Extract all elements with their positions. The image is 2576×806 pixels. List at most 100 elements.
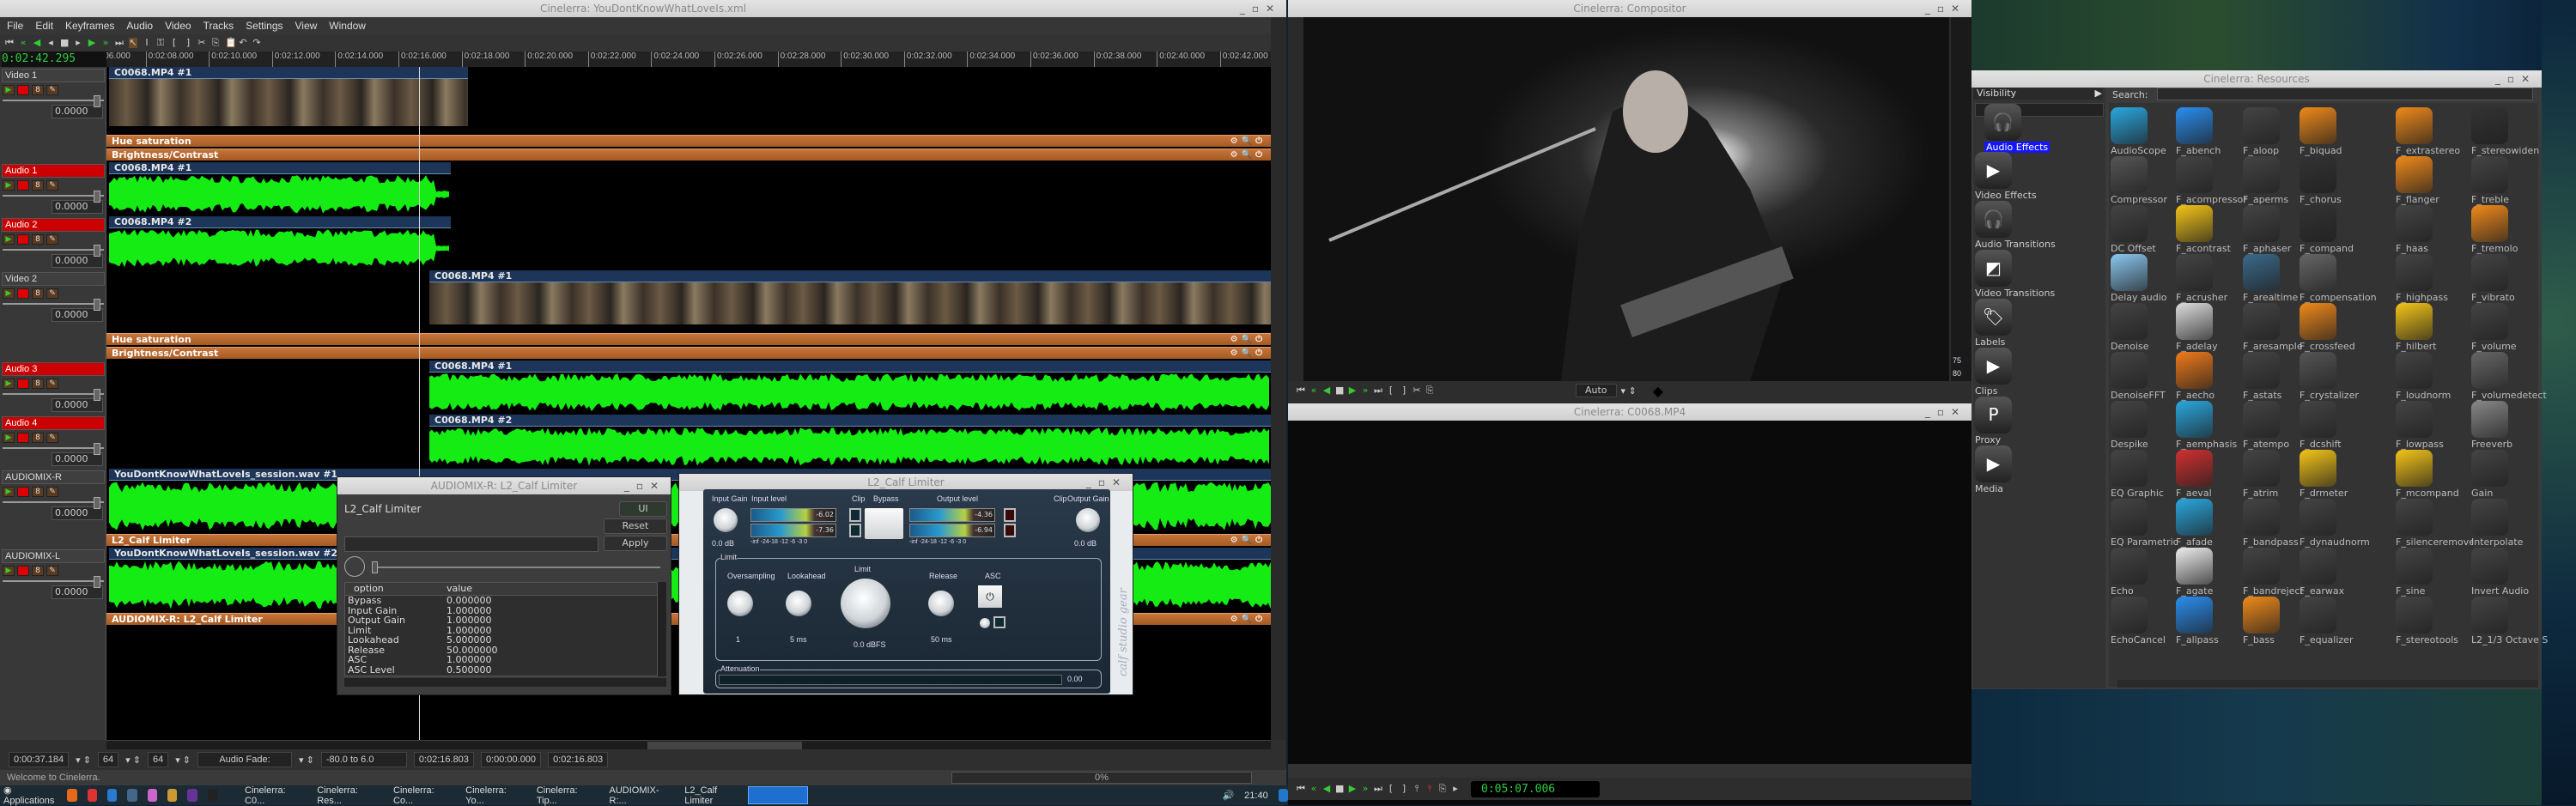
record-icon[interactable] xyxy=(17,566,29,576)
draw-icon[interactable]: ✎ xyxy=(46,566,58,576)
release-knob[interactable] xyxy=(928,591,954,616)
resource-item[interactable]: F_aemphasis xyxy=(2176,401,2253,450)
gang-icon[interactable]: 8 xyxy=(32,180,44,191)
record-icon[interactable] xyxy=(17,379,29,389)
track-fader[interactable] xyxy=(3,299,104,311)
play-icon[interactable]: ▸ xyxy=(1451,784,1460,794)
fast-reverse-icon[interactable]: « xyxy=(1309,385,1318,396)
window-controls[interactable]: _▫✕ xyxy=(624,477,665,494)
column-header[interactable]: option xyxy=(345,583,447,595)
track-zoom[interactable]: 64 xyxy=(147,752,169,767)
play-track-icon[interactable]: ▶ xyxy=(3,433,15,443)
overwrite-icon[interactable]: ⫯ xyxy=(1425,784,1434,794)
resource-item[interactable]: F_stereowiden xyxy=(2471,107,2549,156)
track-name[interactable]: Audio 3 xyxy=(2,362,105,376)
draw-icon[interactable]: ✎ xyxy=(46,85,58,95)
oversampling-knob[interactable] xyxy=(727,591,753,616)
rewind-start-icon[interactable]: ⏮ xyxy=(1297,385,1305,396)
stop-icon[interactable]: ■ xyxy=(1335,385,1344,396)
resource-item[interactable]: F_stereotools xyxy=(2396,597,2473,645)
record-icon[interactable] xyxy=(17,180,29,191)
value-input[interactable] xyxy=(344,536,598,552)
resource-item[interactable]: F_crossfeed xyxy=(2300,303,2377,352)
menu-file[interactable]: File xyxy=(7,20,23,32)
option-row[interactable]: ASC 1.000000 xyxy=(345,655,657,665)
reverse-icon[interactable]: ◀ xyxy=(1322,784,1331,794)
resource-item[interactable]: F_mcompand xyxy=(2396,450,2473,499)
end-icon[interactable]: ⏭ xyxy=(1374,784,1382,794)
gang-icon[interactable]: 8 xyxy=(32,379,44,389)
in-point-icon[interactable]: [ xyxy=(170,38,179,48)
splice-icon[interactable]: ⫯ xyxy=(1413,784,1421,794)
resource-item[interactable]: F_agate xyxy=(2176,548,2253,597)
window-controls[interactable]: _▫✕ xyxy=(2495,70,2537,88)
reset-button[interactable]: Reset xyxy=(604,518,667,534)
resource-item[interactable]: F_lowpass xyxy=(2396,401,2473,450)
folder-video-effects[interactable]: ▶ Video Effects xyxy=(1975,152,2104,201)
resource-item[interactable]: F_compensationdelay xyxy=(2300,254,2377,303)
clip[interactable]: C0068.MP4 #1 xyxy=(429,270,1271,324)
asc-power-button[interactable]: ⏻ xyxy=(978,585,1002,608)
horizontal-scrollbar[interactable] xyxy=(106,740,1271,749)
compositor-tools[interactable] xyxy=(1288,17,1303,381)
resource-item[interactable]: F_dcshift xyxy=(2300,401,2377,450)
chevron-down-icon[interactable]: ▾ ⇕ xyxy=(76,754,91,766)
viewer-timeline[interactable] xyxy=(1288,764,1971,778)
taskbar-window[interactable]: Cinelerra: Res... xyxy=(317,785,374,806)
fast-reverse-icon[interactable]: « xyxy=(1309,784,1318,794)
plugin-controls[interactable]: ⚙🔍⏻ xyxy=(1230,334,1266,345)
resource-item[interactable]: F_earwax xyxy=(2300,548,2377,597)
frame-forward-icon[interactable]: ▸ xyxy=(74,38,82,48)
resource-item[interactable]: F_flanger xyxy=(2396,156,2473,205)
record-icon[interactable] xyxy=(17,487,29,497)
menu-audio[interactable]: Audio xyxy=(126,20,153,32)
draw-icon[interactable]: ✎ xyxy=(46,288,58,299)
option-row[interactable]: Lookahead 5.000000 xyxy=(345,635,657,645)
track-name[interactable]: Video 2 xyxy=(2,272,105,286)
end-icon[interactable]: ⏭ xyxy=(1374,385,1382,396)
stop-icon[interactable]: ■ xyxy=(60,38,69,48)
resource-item[interactable]: F_abench xyxy=(2176,107,2253,156)
horizontal-scrollbar[interactable] xyxy=(2117,680,2538,688)
hp-icon[interactable] xyxy=(1278,789,1289,802)
play-track-icon[interactable]: ▶ xyxy=(3,234,15,245)
resource-item[interactable]: F_sine xyxy=(2396,548,2473,597)
rewind-start-icon[interactable]: ⏮ xyxy=(5,38,14,48)
fast-forward-icon[interactable]: » xyxy=(1361,784,1370,794)
folder-media[interactable]: ▶ Media xyxy=(1975,445,2104,494)
play-icon[interactable]: ▶ xyxy=(1348,784,1357,794)
value-slider[interactable] xyxy=(372,561,660,573)
resource-item[interactable]: F_silenceremove xyxy=(2396,499,2473,548)
fast-forward-icon[interactable]: » xyxy=(101,38,110,48)
clip[interactable]: C0068.MP4 #1 xyxy=(109,162,451,215)
track-fader[interactable] xyxy=(3,95,104,107)
copy-icon[interactable]: ⎘ xyxy=(1438,784,1447,794)
resource-item[interactable]: F_loudnorm xyxy=(2396,352,2473,401)
download-icon[interactable] xyxy=(127,789,137,802)
resource-item[interactable]: F_chorus xyxy=(2300,156,2377,205)
resource-item[interactable]: F_hilbert xyxy=(2396,303,2473,352)
timeline-ruler[interactable]: 0:02:06.000 0:02:08.000 0:02:10.000 0:02:12… xyxy=(0,52,1271,67)
chevron-down-icon[interactable]: ▾ ⇕ xyxy=(175,754,191,766)
play-track-icon[interactable]: ▶ xyxy=(3,180,15,191)
resource-item[interactable]: F_acontrast xyxy=(2176,205,2253,254)
out-point-icon[interactable]: ] xyxy=(184,38,192,48)
option-row[interactable]: Output Gain 1.000000 xyxy=(345,615,657,626)
taskbar-window[interactable]: L2_Calf Limiter xyxy=(684,785,738,806)
clip[interactable]: C0068.MP4 #1 xyxy=(429,361,1271,413)
plugin-controls[interactable]: ⚙🔍⏻ xyxy=(1230,535,1266,546)
workspace-switcher[interactable] xyxy=(748,786,809,804)
ibeam-tool-icon[interactable]: I xyxy=(143,38,151,48)
window-controls[interactable]: _▫✕ xyxy=(1925,403,1966,421)
play-icon[interactable]: ▶ xyxy=(88,38,96,48)
reverse-icon[interactable]: ◀ xyxy=(33,38,41,48)
track-fader[interactable] xyxy=(3,443,104,455)
resource-item[interactable]: Interpolate xyxy=(2471,499,2549,548)
track-fader[interactable] xyxy=(3,191,104,203)
taskbar-window[interactable]: AUDIOMIX-R:... xyxy=(610,785,666,806)
arrow-tool-icon[interactable]: ↖ xyxy=(129,38,137,48)
clip[interactable]: C0068.MP4 #1 xyxy=(109,67,468,126)
rewind-start-icon[interactable]: ⏮ xyxy=(1297,784,1305,794)
resource-item[interactable]: F_volumedetect xyxy=(2471,352,2549,401)
out-point-icon[interactable]: ] xyxy=(1400,385,1408,396)
